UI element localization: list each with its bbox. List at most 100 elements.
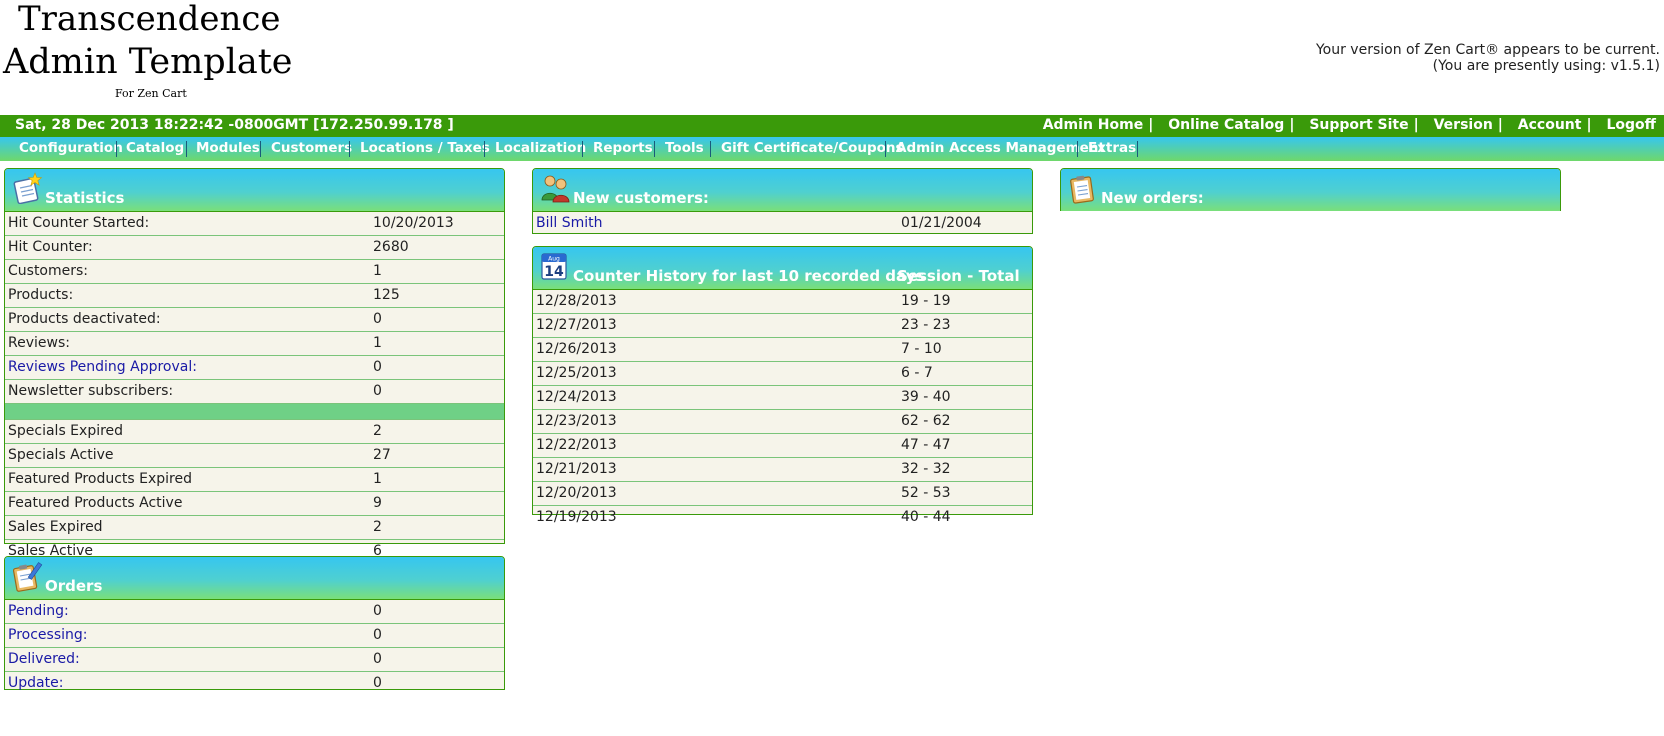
history-row: 12/23/2013 62 - 62	[533, 410, 1032, 434]
admin-home-link[interactable]: Admin Home	[1043, 117, 1144, 133]
logo-line-3: For Zen Cart	[115, 87, 187, 100]
stat-label: Sales Expired	[8, 519, 103, 535]
menu-separator	[349, 141, 350, 157]
history-value: 40 - 44	[901, 509, 951, 525]
link-separator: |	[1289, 117, 1295, 133]
counter-history-title: Counter History for last 10 recorded day…	[573, 267, 925, 285]
calendar-day-text: 14	[544, 264, 564, 280]
stat-value: 0	[373, 383, 382, 399]
history-value: 7 - 10	[901, 341, 942, 357]
link-separator: |	[1497, 117, 1503, 133]
new-customers-title: New customers:	[573, 189, 709, 207]
statistics-title: Statistics	[45, 189, 125, 207]
stat-row: Customers: 1	[5, 260, 504, 284]
orders-processing-link[interactable]: Processing:	[8, 627, 87, 643]
new-customers-header: New customers:	[533, 169, 1032, 212]
support-site-link[interactable]: Support Site	[1309, 117, 1408, 133]
order-row: Pending: 0	[5, 600, 504, 624]
version-link[interactable]: Version	[1434, 117, 1493, 133]
stat-label: Hit Counter:	[8, 239, 93, 255]
order-count: 0	[373, 603, 382, 619]
history-row: 12/28/2013 19 - 19	[533, 290, 1032, 314]
stat-row: Specials Expired 2	[5, 420, 504, 444]
menu-modules[interactable]: Modules	[196, 140, 260, 156]
version-notice: Your version of Zen Cart® appears to be …	[1316, 42, 1660, 74]
menu-locations-taxes[interactable]: Locations / Taxes	[360, 140, 490, 156]
orders-update-link[interactable]: Update:	[8, 675, 63, 691]
stat-label: Specials Expired	[8, 423, 124, 439]
history-date: 12/20/2013	[536, 485, 617, 501]
order-count: 0	[373, 651, 382, 667]
stat-value: 2680	[373, 239, 409, 255]
menu-separator	[710, 141, 711, 157]
order-row: Update: 0	[5, 672, 504, 695]
stat-label: Featured Products Expired	[8, 471, 192, 487]
menu-gift-certificate-coupons[interactable]: Gift Certificate/Coupons	[721, 140, 904, 156]
menu-configuration[interactable]: Configuration	[19, 140, 123, 156]
statistics-panel: Statistics Hit Counter Started: 10/20/201…	[4, 168, 505, 559]
history-row: 12/26/2013 7 - 10	[533, 338, 1032, 362]
reviews-pending-link[interactable]: Reviews Pending Approval:	[8, 359, 197, 375]
stat-row: Hit Counter Started: 10/20/2013	[5, 212, 504, 236]
history-row: 12/21/2013 32 - 32	[533, 458, 1032, 482]
history-value: 52 - 53	[901, 485, 951, 501]
logo-line-1: Transcendence	[18, 0, 281, 39]
new-orders-title: New orders:	[1101, 189, 1204, 207]
stat-value: 0	[373, 359, 382, 375]
stat-row: Products: 125	[5, 284, 504, 308]
menu-customers[interactable]: Customers	[271, 140, 352, 156]
menu-localization[interactable]: Localization	[495, 140, 586, 156]
stat-label: Featured Products Active	[8, 495, 183, 511]
new-orders-header: New orders:	[1061, 169, 1560, 211]
stat-label: Hit Counter Started:	[8, 215, 150, 231]
orders-panel: Orders Pending: 0 Processing: 0 Delivered:…	[4, 556, 505, 691]
logoff-link[interactable]: Logoff	[1606, 117, 1656, 133]
history-row: 12/22/2013 47 - 47	[533, 434, 1032, 458]
menu-reports[interactable]: Reports	[593, 140, 653, 156]
orders-delivered-link[interactable]: Delivered:	[8, 651, 80, 667]
session-total-heading: Session - Total	[897, 267, 1020, 285]
menu-separator	[582, 141, 583, 157]
history-row: 12/27/2013 23 - 23	[533, 314, 1032, 338]
order-count: 0	[373, 627, 382, 643]
history-row: 12/19/2013 40 - 44	[533, 506, 1032, 529]
history-date: 12/25/2013	[536, 365, 617, 381]
logo-line-2: Admin Template	[3, 42, 293, 82]
menu-admin-access-management[interactable]: Admin Access Management	[896, 140, 1105, 156]
stat-value: 10/20/2013	[373, 215, 454, 231]
stat-value: 125	[373, 287, 400, 303]
history-date: 12/23/2013	[536, 413, 617, 429]
history-value: 62 - 62	[901, 413, 951, 429]
history-row: 12/24/2013 39 - 40	[533, 386, 1032, 410]
order-row: Processing: 0	[5, 624, 504, 648]
history-value: 6 - 7	[901, 365, 933, 381]
history-date: 12/27/2013	[536, 317, 617, 333]
statistics-header: Statistics	[5, 169, 504, 212]
link-separator: |	[1586, 117, 1592, 133]
stat-row: Hit Counter: 2680	[5, 236, 504, 260]
clipboard-pencil-icon	[12, 562, 43, 592]
history-value: 23 - 23	[901, 317, 951, 333]
orders-title: Orders	[45, 577, 103, 595]
account-link[interactable]: Account	[1518, 117, 1582, 133]
stat-label: Customers:	[8, 263, 89, 279]
stat-value: 2	[373, 423, 382, 439]
online-catalog-link[interactable]: Online Catalog	[1168, 117, 1284, 133]
menu-extras[interactable]: Extras	[1088, 140, 1136, 156]
stat-row: Featured Products Expired 1	[5, 468, 504, 492]
menu-separator	[654, 141, 655, 157]
menu-separator	[1137, 141, 1138, 157]
top-bar: Sat, 28 Dec 2013 18:22:42 -0800GMT [172.…	[0, 115, 1664, 137]
menu-separator	[186, 141, 187, 157]
counter-history-panel: Aug 14 Counter History for last 10 recor…	[532, 246, 1033, 525]
stat-value: 2	[373, 519, 382, 535]
users-icon	[541, 175, 570, 203]
menu-tools[interactable]: Tools	[665, 140, 704, 156]
stat-label: Newsletter subscribers:	[8, 383, 174, 399]
menu-catalog[interactable]: Catalog	[126, 140, 184, 156]
stat-value: 0	[373, 311, 382, 327]
customer-name-link[interactable]: Bill Smith	[536, 215, 603, 231]
stat-label: Reviews:	[8, 335, 70, 351]
orders-pending-link[interactable]: Pending:	[8, 603, 69, 619]
stat-value: 1	[373, 335, 382, 351]
